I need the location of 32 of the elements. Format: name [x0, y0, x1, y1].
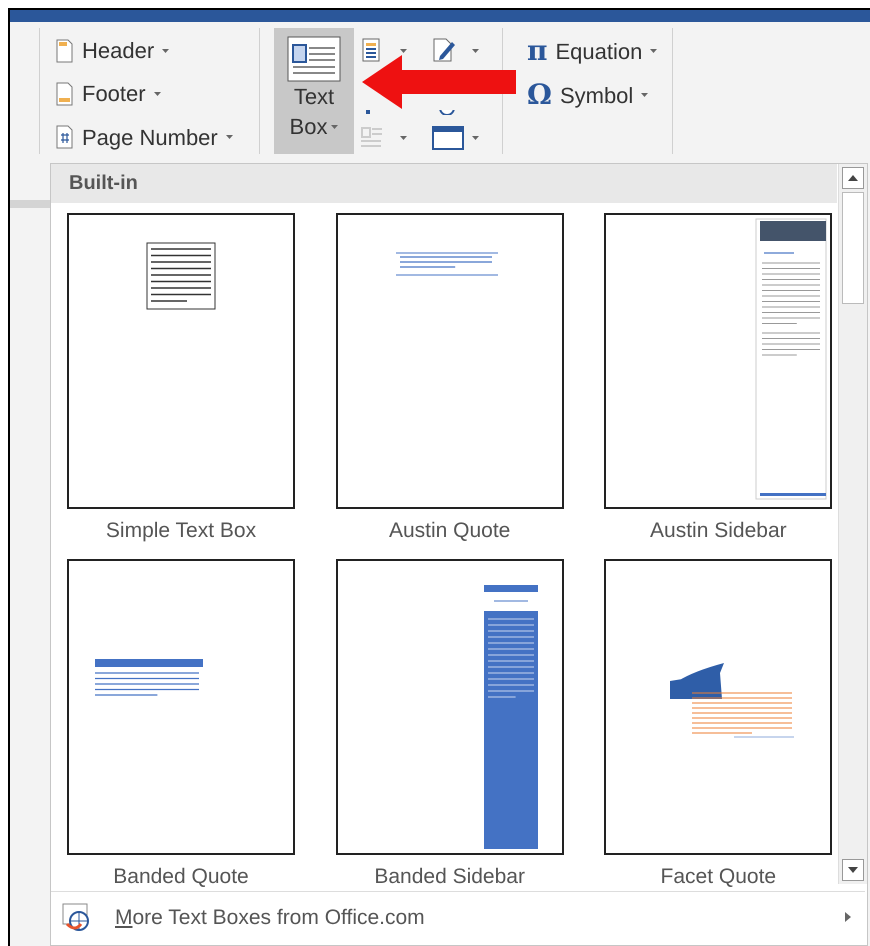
text-box-option[interactable]: Austin Sidebar	[604, 212, 832, 545]
caret-icon	[162, 48, 170, 53]
caret-icon	[650, 49, 658, 53]
ribbon-menu-button[interactable]: Page Number	[56, 120, 259, 154]
caret-icon	[331, 125, 338, 129]
text-box-icon	[287, 36, 341, 82]
scroll-down-icon[interactable]	[842, 859, 864, 881]
text-box-option[interactable]: Facet Quote	[604, 558, 832, 891]
caret-icon	[400, 136, 407, 140]
submenu-arrow-icon	[845, 912, 851, 922]
page-icon	[56, 125, 74, 150]
text-box-button[interactable]: Text Box	[274, 28, 354, 154]
scrollbar[interactable]	[838, 164, 867, 884]
page-icon	[56, 38, 74, 63]
caret-icon	[472, 49, 479, 53]
caret-icon	[226, 135, 233, 140]
section-header: Built-in	[51, 164, 837, 203]
caret-icon	[641, 93, 648, 97]
text-box-option[interactable]: Simple Text Box	[67, 212, 295, 545]
page-icon	[56, 82, 74, 106]
caret-icon	[400, 49, 407, 53]
caret-icon	[472, 136, 479, 140]
caret-icon	[154, 92, 161, 96]
scroll-up-icon[interactable]	[842, 167, 864, 189]
text-box-option[interactable]: Austin Quote	[336, 212, 564, 545]
more-text-boxes-link[interactable]: More Text Boxes from Office.com	[51, 890, 865, 943]
text-box-option[interactable]: Banded Quote	[67, 558, 295, 891]
ribbon-menu-button[interactable]: Header	[56, 34, 259, 68]
window-icon[interactable]	[432, 124, 464, 151]
ribbon-menu-button[interactable]: Footer	[56, 77, 259, 111]
text-box-option[interactable]: Banded Sidebar	[336, 558, 564, 891]
scroll-thumb[interactable]	[842, 192, 864, 304]
